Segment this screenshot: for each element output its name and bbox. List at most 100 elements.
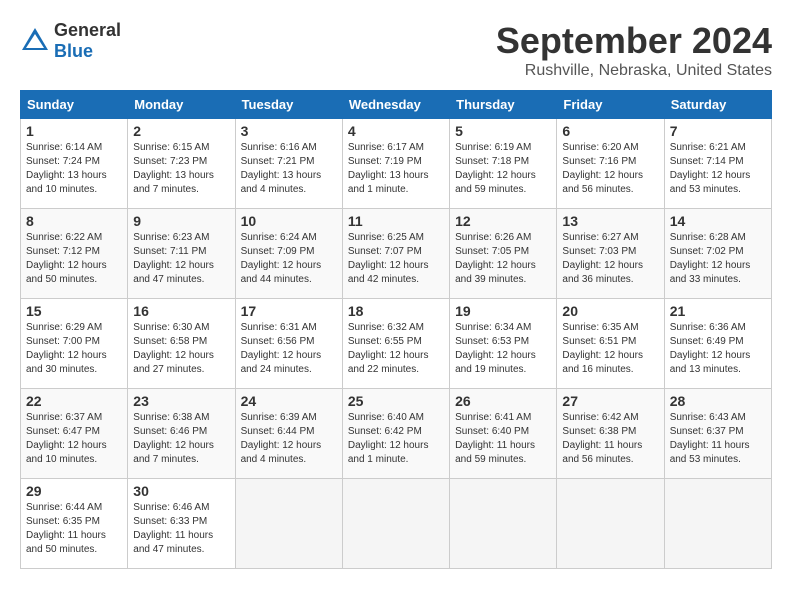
empty-cell-w4d3	[342, 479, 449, 569]
day-info-11: Sunrise: 6:25 AM Sunset: 7:07 PM Dayligh…	[348, 231, 444, 287]
day-number-17: 17	[241, 303, 337, 319]
day-info-17: Sunrise: 6:31 AM Sunset: 6:56 PM Dayligh…	[241, 321, 337, 377]
day-cell-16: 16 Sunrise: 6:30 AM Sunset: 6:58 PM Dayli…	[128, 299, 235, 389]
day-info-8: Sunrise: 6:22 AM Sunset: 7:12 PM Dayligh…	[26, 231, 122, 287]
day-cell-2: 2 Sunrise: 6:15 AM Sunset: 7:23 PM Daylig…	[128, 119, 235, 209]
day-info-18: Sunrise: 6:32 AM Sunset: 6:55 PM Dayligh…	[348, 321, 444, 377]
day-cell-25: 25 Sunrise: 6:40 AM Sunset: 6:42 PM Dayli…	[342, 389, 449, 479]
logo-blue: Blue	[54, 41, 93, 61]
day-cell-8: 8 Sunrise: 6:22 AM Sunset: 7:12 PM Daylig…	[21, 209, 128, 299]
day-cell-22: 22 Sunrise: 6:37 AM Sunset: 6:47 PM Dayli…	[21, 389, 128, 479]
day-cell-11: 11 Sunrise: 6:25 AM Sunset: 7:07 PM Dayli…	[342, 209, 449, 299]
day-number-5: 5	[455, 123, 551, 139]
week-row-3: 15Sunrise: 6:29 AM Sunset: 7:00 PM Dayli…	[21, 299, 772, 389]
day-number-8: 8	[26, 213, 122, 229]
day-info-16: Sunrise: 6:30 AM Sunset: 6:58 PM Dayligh…	[133, 321, 229, 377]
day-info-27: Sunrise: 6:42 AM Sunset: 6:38 PM Dayligh…	[562, 411, 658, 467]
day-cell-14: 14 Sunrise: 6:28 AM Sunset: 7:02 PM Dayli…	[664, 209, 771, 299]
week-row-2: 8 Sunrise: 6:22 AM Sunset: 7:12 PM Daylig…	[21, 209, 772, 299]
day-cell-1: 1 Sunrise: 6:14 AM Sunset: 7:24 PM Daylig…	[21, 119, 128, 209]
day-cell-18: 18 Sunrise: 6:32 AM Sunset: 6:55 PM Dayli…	[342, 299, 449, 389]
day-cell-21: 21Sunrise: 6:36 AM Sunset: 6:49 PM Dayli…	[664, 299, 771, 389]
header: General Blue September 2024 Rushville, N…	[20, 20, 772, 80]
header-monday: Monday	[128, 91, 235, 119]
day-cell-12: 12Sunrise: 6:26 AM Sunset: 7:05 PM Dayli…	[450, 209, 557, 299]
header-friday: Friday	[557, 91, 664, 119]
month-title: September 2024	[496, 20, 772, 62]
day-cell-4: 4 Sunrise: 6:17 AM Sunset: 7:19 PM Daylig…	[342, 119, 449, 209]
day-number-26: 26	[455, 393, 551, 409]
day-number-10: 10	[241, 213, 337, 229]
day-number-30: 30	[133, 483, 229, 499]
empty-cell-w4d5	[557, 479, 664, 569]
calendar-table: SundayMondayTuesdayWednesdayThursdayFrid…	[20, 90, 772, 569]
empty-cell-w4d4	[450, 479, 557, 569]
day-info-13: Sunrise: 6:27 AM Sunset: 7:03 PM Dayligh…	[562, 231, 658, 287]
day-info-2: Sunrise: 6:15 AM Sunset: 7:23 PM Dayligh…	[133, 141, 229, 197]
day-cell-5: 5 Sunrise: 6:19 AM Sunset: 7:18 PM Daylig…	[450, 119, 557, 209]
day-cell-23: 23Sunrise: 6:38 AM Sunset: 6:46 PM Dayli…	[128, 389, 235, 479]
day-info-30: Sunrise: 6:46 AM Sunset: 6:33 PM Dayligh…	[133, 501, 229, 557]
day-cell-3: 3Sunrise: 6:16 AM Sunset: 7:21 PM Daylig…	[235, 119, 342, 209]
day-cell-29: 29 Sunrise: 6:44 AM Sunset: 6:35 PM Dayli…	[21, 479, 128, 569]
day-number-24: 24	[241, 393, 337, 409]
day-cell-27: 27 Sunrise: 6:42 AM Sunset: 6:38 PM Dayli…	[557, 389, 664, 479]
title-area: September 2024 Rushville, Nebraska, Unit…	[496, 20, 772, 80]
day-info-7: Sunrise: 6:21 AM Sunset: 7:14 PM Dayligh…	[670, 141, 766, 197]
empty-cell-w4d2	[235, 479, 342, 569]
header-wednesday: Wednesday	[342, 91, 449, 119]
day-cell-17: 17 Sunrise: 6:31 AM Sunset: 6:56 PM Dayli…	[235, 299, 342, 389]
day-cell-20: 20Sunrise: 6:35 AM Sunset: 6:51 PM Dayli…	[557, 299, 664, 389]
day-number-27: 27	[562, 393, 658, 409]
header-saturday: Saturday	[664, 91, 771, 119]
day-cell-15: 15Sunrise: 6:29 AM Sunset: 7:00 PM Dayli…	[21, 299, 128, 389]
day-info-20: Sunrise: 6:35 AM Sunset: 6:51 PM Dayligh…	[562, 321, 658, 377]
day-info-9: Sunrise: 6:23 AM Sunset: 7:11 PM Dayligh…	[133, 231, 229, 287]
week-row-5: 29 Sunrise: 6:44 AM Sunset: 6:35 PM Dayli…	[21, 479, 772, 569]
day-info-5: Sunrise: 6:19 AM Sunset: 7:18 PM Dayligh…	[455, 141, 551, 197]
day-info-26: Sunrise: 6:41 AM Sunset: 6:40 PM Dayligh…	[455, 411, 551, 467]
day-number-2: 2	[133, 123, 229, 139]
day-info-23: Sunrise: 6:38 AM Sunset: 6:46 PM Dayligh…	[133, 411, 229, 467]
day-number-29: 29	[26, 483, 122, 499]
day-info-4: Sunrise: 6:17 AM Sunset: 7:19 PM Dayligh…	[348, 141, 444, 197]
day-number-16: 16	[133, 303, 229, 319]
day-cell-9: 9 Sunrise: 6:23 AM Sunset: 7:11 PM Daylig…	[128, 209, 235, 299]
header-sunday: Sunday	[21, 91, 128, 119]
day-info-29: Sunrise: 6:44 AM Sunset: 6:35 PM Dayligh…	[26, 501, 122, 557]
day-number-18: 18	[348, 303, 444, 319]
header-thursday: Thursday	[450, 91, 557, 119]
day-cell-30: 30 Sunrise: 6:46 AM Sunset: 6:33 PM Dayli…	[128, 479, 235, 569]
day-cell-28: 28 Sunrise: 6:43 AM Sunset: 6:37 PM Dayli…	[664, 389, 771, 479]
header-row: SundayMondayTuesdayWednesdayThursdayFrid…	[21, 91, 772, 119]
header-tuesday: Tuesday	[235, 91, 342, 119]
day-info-3: Sunrise: 6:16 AM Sunset: 7:21 PM Dayligh…	[241, 141, 337, 197]
day-cell-26: 26 Sunrise: 6:41 AM Sunset: 6:40 PM Dayli…	[450, 389, 557, 479]
day-number-1: 1	[26, 123, 122, 139]
day-number-19: 19	[455, 303, 551, 319]
day-cell-19: 19Sunrise: 6:34 AM Sunset: 6:53 PM Dayli…	[450, 299, 557, 389]
day-number-13: 13	[562, 213, 658, 229]
day-number-28: 28	[670, 393, 766, 409]
day-number-6: 6	[562, 123, 658, 139]
day-cell-6: 6 Sunrise: 6:20 AM Sunset: 7:16 PM Daylig…	[557, 119, 664, 209]
day-info-22: Sunrise: 6:37 AM Sunset: 6:47 PM Dayligh…	[26, 411, 122, 467]
day-info-1: Sunrise: 6:14 AM Sunset: 7:24 PM Dayligh…	[26, 141, 122, 197]
day-number-9: 9	[133, 213, 229, 229]
day-info-6: Sunrise: 6:20 AM Sunset: 7:16 PM Dayligh…	[562, 141, 658, 197]
week-row-4: 22 Sunrise: 6:37 AM Sunset: 6:47 PM Dayli…	[21, 389, 772, 479]
day-cell-7: 7Sunrise: 6:21 AM Sunset: 7:14 PM Daylig…	[664, 119, 771, 209]
logo-general: General	[54, 20, 121, 40]
day-info-25: Sunrise: 6:40 AM Sunset: 6:42 PM Dayligh…	[348, 411, 444, 467]
day-cell-24: 24 Sunrise: 6:39 AM Sunset: 6:44 PM Dayli…	[235, 389, 342, 479]
day-info-24: Sunrise: 6:39 AM Sunset: 6:44 PM Dayligh…	[241, 411, 337, 467]
day-number-4: 4	[348, 123, 444, 139]
day-number-14: 14	[670, 213, 766, 229]
day-number-22: 22	[26, 393, 122, 409]
day-info-28: Sunrise: 6:43 AM Sunset: 6:37 PM Dayligh…	[670, 411, 766, 467]
day-info-14: Sunrise: 6:28 AM Sunset: 7:02 PM Dayligh…	[670, 231, 766, 287]
day-number-25: 25	[348, 393, 444, 409]
day-number-11: 11	[348, 213, 444, 229]
logo-text: General Blue	[54, 20, 121, 62]
day-number-15: 15	[26, 303, 122, 319]
